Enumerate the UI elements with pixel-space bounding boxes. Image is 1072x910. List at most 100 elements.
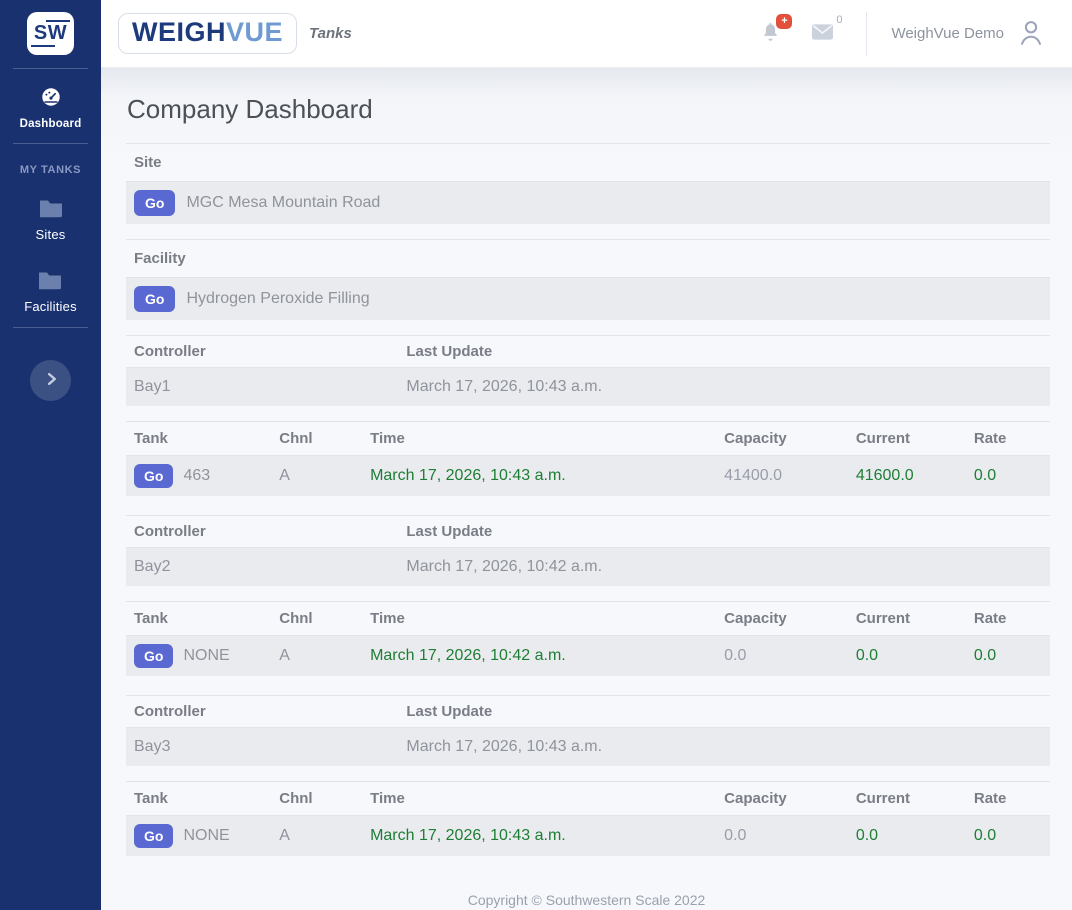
tank-go-button[interactable]: Go — [134, 824, 173, 848]
facility-name: Hydrogen Peroxide Filling — [186, 290, 369, 308]
tank-capacity: 41400.0 — [724, 467, 856, 485]
tank-time: March 17, 2026, 10:42 a.m. — [370, 647, 724, 665]
copyright-text: Copyright © Southwestern Scale 2022 — [468, 892, 706, 908]
tank-capacity: 0.0 — [724, 827, 856, 845]
chnl-column-label: Chnl — [279, 610, 370, 627]
current-column-label: Current — [856, 430, 974, 447]
tank-time: March 17, 2026, 10:43 a.m. — [370, 827, 724, 845]
sidebar-logo[interactable]: SW — [27, 12, 74, 55]
chnl-column-label: Chnl — [279, 790, 370, 807]
notifications-button[interactable]: + — [760, 21, 781, 46]
facility-go-button[interactable]: Go — [134, 286, 175, 312]
sidebar-section-label: MY TANKS — [20, 164, 81, 176]
time-column-label: Time — [370, 790, 724, 807]
last-update-column-label: Last Update — [406, 703, 1042, 720]
sidebar-item-label: Facilities — [24, 299, 77, 314]
tank-table-header: Tank Chnl Time Capacity Current Rate — [126, 421, 1050, 456]
capacity-column-label: Capacity — [724, 610, 856, 627]
table-row: Bay1 March 17, 2026, 10:43 a.m. — [126, 368, 1050, 406]
controller-table-header: Controller Last Update — [126, 515, 1050, 548]
tank-column-label: Tank — [134, 430, 279, 447]
sidebar-item-facilities[interactable]: Facilities — [24, 270, 77, 314]
facility-section: Facility Go Hydrogen Peroxide Filling — [126, 239, 1050, 320]
chevron-right-icon — [42, 370, 60, 391]
controller-table-header: Controller Last Update — [126, 335, 1050, 368]
last-update-column-label: Last Update — [406, 343, 1042, 360]
site-name: MGC Mesa Mountain Road — [186, 194, 380, 212]
main-area: WEIGHVUE Tanks + 0 WeighVue Demo — [101, 0, 1072, 910]
sidebar-item-dashboard[interactable]: Dashboard — [20, 86, 82, 130]
controller-name: Bay2 — [134, 558, 406, 576]
controller-column-label: Controller — [134, 523, 406, 540]
tank-column-label: Tank — [134, 610, 279, 627]
sidebar-logo-text: SW — [34, 22, 67, 45]
site-go-button[interactable]: Go — [134, 190, 175, 216]
tank-rate: 0.0 — [974, 827, 1042, 845]
tank-id: NONE — [183, 827, 229, 845]
controller-column-label: Controller — [134, 703, 406, 720]
sidebar-item-sites[interactable]: Sites — [36, 198, 66, 242]
tank-cell: Go 463 — [134, 464, 279, 488]
rate-column-label: Rate — [974, 610, 1042, 627]
tank-time: March 17, 2026, 10:43 a.m. — [370, 467, 724, 485]
tank-capacity: 0.0 — [724, 647, 856, 665]
tank-current: 41600.0 — [856, 467, 974, 485]
tank-current: 0.0 — [856, 647, 974, 665]
notification-badge: + — [776, 14, 792, 29]
facility-row: Go Hydrogen Peroxide Filling — [126, 278, 1050, 320]
sidebar-divider — [13, 327, 88, 328]
table-row: Bay2 March 17, 2026, 10:42 a.m. — [126, 548, 1050, 586]
app-subtitle: Tanks — [309, 25, 352, 42]
controller-last-update: March 17, 2026, 10:43 a.m. — [406, 378, 1042, 396]
controller-name: Bay3 — [134, 738, 406, 756]
brand-part2: VUE — [226, 17, 283, 47]
chnl-column-label: Chnl — [279, 430, 370, 447]
tank-channel: A — [279, 647, 370, 665]
messages-count: 0 — [836, 14, 842, 26]
last-update-column-label: Last Update — [406, 523, 1042, 540]
envelope-icon — [811, 23, 834, 44]
controller-last-update: March 17, 2026, 10:43 a.m. — [406, 738, 1042, 756]
user-menu[interactable]: WeighVue Demo — [891, 17, 1046, 50]
controller-section-bay2: Controller Last Update Bay2 March 17, 20… — [126, 515, 1050, 676]
tank-current: 0.0 — [856, 827, 974, 845]
time-column-label: Time — [370, 610, 724, 627]
facility-section-header: Facility — [126, 239, 1050, 278]
table-row: Go NONE A March 17, 2026, 10:43 a.m. 0.0… — [126, 816, 1050, 856]
tank-column-label: Tank — [134, 790, 279, 807]
capacity-column-label: Capacity — [724, 430, 856, 447]
tank-table-header: Tank Chnl Time Capacity Current Rate — [126, 601, 1050, 636]
messages-button[interactable]: 0 — [811, 23, 834, 44]
controller-section-bay1: Controller Last Update Bay1 March 17, 20… — [126, 335, 1050, 496]
sidebar-collapse-button[interactable] — [30, 360, 71, 401]
tank-id: 463 — [183, 467, 210, 485]
folder-icon — [38, 198, 64, 224]
table-row: Bay3 March 17, 2026, 10:43 a.m. — [126, 728, 1050, 766]
gauge-icon — [40, 86, 62, 113]
tank-table-header: Tank Chnl Time Capacity Current Rate — [126, 781, 1050, 816]
controller-last-update: March 17, 2026, 10:42 a.m. — [406, 558, 1042, 576]
tank-go-button[interactable]: Go — [134, 464, 173, 488]
controller-table-header: Controller Last Update — [126, 695, 1050, 728]
controller-section-bay3: Controller Last Update Bay3 March 17, 20… — [126, 695, 1050, 856]
folder-icon — [37, 270, 63, 296]
site-row: Go MGC Mesa Mountain Road — [126, 182, 1050, 224]
tank-id: NONE — [183, 647, 229, 665]
sidebar: SW Dashboard MY TANKS Sites — [0, 0, 101, 910]
top-bar: WEIGHVUE Tanks + 0 WeighVue Demo — [101, 0, 1072, 68]
user-name: WeighVue Demo — [891, 25, 1004, 42]
brand-logo[interactable]: WEIGHVUE — [118, 13, 297, 54]
current-column-label: Current — [856, 610, 974, 627]
rate-column-label: Rate — [974, 790, 1042, 807]
rate-column-label: Rate — [974, 430, 1042, 447]
tank-go-button[interactable]: Go — [134, 644, 173, 668]
tank-rate: 0.0 — [974, 647, 1042, 665]
table-row: Go 463 A March 17, 2026, 10:43 a.m. 4140… — [126, 456, 1050, 496]
tank-channel: A — [279, 827, 370, 845]
capacity-column-label: Capacity — [724, 790, 856, 807]
topbar-divider — [866, 12, 867, 56]
table-row: Go NONE A March 17, 2026, 10:42 a.m. 0.0… — [126, 636, 1050, 676]
tank-cell: Go NONE — [134, 644, 279, 668]
sidebar-item-label: Sites — [36, 227, 66, 242]
content-area: Company Dashboard Site Go MGC Mesa Mount… — [101, 68, 1072, 872]
